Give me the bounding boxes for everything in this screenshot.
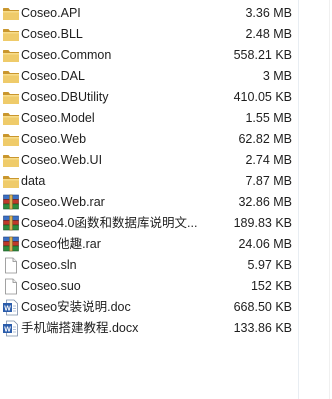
file-name: Coseo.Web.rar (21, 195, 105, 209)
folder-icon (2, 5, 20, 22)
file-row[interactable]: data 7.87 MB (0, 171, 332, 192)
file-row[interactable]: Coseo.suo 152 KB (0, 276, 332, 297)
file-name: Coseo安装说明.doc (21, 300, 131, 314)
folder-icon (2, 173, 20, 190)
file-row[interactable]: Coseo.Common 558.21 KB (0, 45, 332, 66)
file-row[interactable]: Coseo.Web 62.82 MB (0, 129, 332, 150)
blank-file-icon (2, 278, 20, 295)
file-name: Coseo.sln (21, 258, 77, 272)
file-row[interactable]: Coseo.Web.rar 32.86 MB (0, 192, 332, 213)
file-name: Coseo.suo (21, 279, 81, 293)
file-size: 410.05 KB (233, 90, 292, 104)
svg-text:W: W (4, 326, 11, 333)
file-size: 2.48 MB (245, 27, 292, 41)
file-name: 手机端搭建教程.docx (21, 321, 139, 335)
file-size: 3 MB (262, 69, 292, 83)
folder-icon (2, 131, 20, 148)
file-row[interactable]: Coseo.BLL 2.48 MB (0, 24, 332, 45)
file-size: 152 KB (250, 279, 292, 293)
file-row[interactable]: Coseo.Model 1.55 MB (0, 108, 332, 129)
file-row[interactable]: W 手机端搭建教程.docx 133.86 KB (0, 318, 332, 339)
file-size: 7.87 MB (245, 174, 292, 188)
file-list: Coseo.API 3.36 MB Coseo.BLL 2.48 MB Coseo.Co… (0, 3, 332, 339)
folder-icon (2, 68, 20, 85)
file-name: Coseo4.0函数和数据库说明文... (21, 216, 197, 230)
folder-icon (2, 110, 20, 127)
file-name: Coseo.DBUtility (21, 90, 109, 104)
svg-text:W: W (4, 305, 11, 312)
file-name: Coseo.Model (21, 111, 95, 125)
file-name: Coseo.Web (21, 132, 87, 146)
file-name: data (21, 174, 46, 188)
file-size: 668.50 KB (233, 300, 292, 314)
winrar-archive-icon (2, 194, 20, 211)
file-name: Coseo.DAL (21, 69, 85, 83)
file-row[interactable]: W Coseo安装说明.doc 668.50 KB (0, 297, 332, 318)
file-size: 2.74 MB (245, 153, 292, 167)
file-row[interactable]: Coseo4.0函数和数据库说明文... 189.83 KB (0, 213, 332, 234)
file-row[interactable]: Coseo.DBUtility 410.05 KB (0, 87, 332, 108)
folder-icon (2, 26, 20, 43)
file-size: 189.83 KB (233, 216, 292, 230)
word-document-icon: W (2, 299, 20, 316)
file-row[interactable]: Coseo.DAL 3 MB (0, 66, 332, 87)
file-size: 24.06 MB (238, 237, 292, 251)
file-row[interactable]: Coseo.API 3.36 MB (0, 3, 332, 24)
file-name: Coseo.Common (21, 48, 112, 62)
winrar-archive-icon (2, 215, 20, 232)
file-size: 32.86 MB (238, 195, 292, 209)
file-row[interactable]: Coseo他趣.rar 24.06 MB (0, 234, 332, 255)
folder-icon (2, 47, 20, 64)
file-size: 3.36 MB (245, 6, 292, 20)
file-size: 1.55 MB (245, 111, 292, 125)
folder-icon (2, 152, 20, 169)
right-edge (329, 0, 330, 399)
winrar-archive-icon (2, 236, 20, 253)
word-document-icon: W (2, 320, 20, 337)
file-size: 5.97 KB (247, 258, 292, 272)
file-size: 133.86 KB (233, 321, 292, 335)
file-size: 62.82 MB (238, 132, 292, 146)
file-row[interactable]: Coseo.sln 5.97 KB (0, 255, 332, 276)
blank-file-icon (2, 257, 20, 274)
column-divider[interactable] (298, 0, 299, 399)
file-name: Coseo他趣.rar (21, 237, 101, 251)
folder-icon (2, 89, 20, 106)
file-name: Coseo.BLL (21, 27, 83, 41)
file-size: 558.21 KB (233, 48, 292, 62)
file-row[interactable]: Coseo.Web.UI 2.74 MB (0, 150, 332, 171)
file-name: Coseo.API (21, 6, 81, 20)
file-name: Coseo.Web.UI (21, 153, 103, 167)
